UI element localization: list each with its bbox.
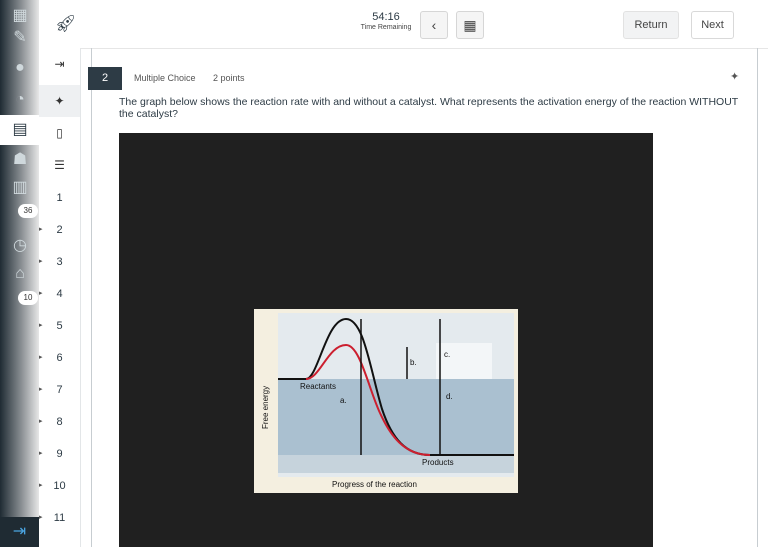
content-divider	[91, 48, 92, 547]
caret-icon: ▸	[39, 226, 43, 233]
question-nav-number: 1	[56, 192, 63, 204]
question-nav-item[interactable]: ▸ 11	[39, 502, 80, 534]
question-type: Multiple Choice	[134, 73, 196, 83]
label-c: c.	[444, 350, 450, 359]
pencil-icon[interactable]: ✎	[10, 28, 30, 48]
inbox-badge: 36	[18, 204, 38, 218]
question-nav-number: 3	[56, 256, 63, 268]
products-label: Products	[422, 458, 454, 467]
previous-chevron-icon[interactable]: ‹	[420, 11, 448, 39]
caret-icon: ▸	[39, 290, 43, 297]
question-nav-item[interactable]: ▸ 4	[39, 278, 80, 310]
question-points: 2 points	[213, 73, 245, 83]
question-nav-item[interactable]: ▸ 9	[39, 438, 80, 470]
question-nav-number: 2	[56, 224, 63, 236]
account-icon[interactable]: ●	[10, 58, 30, 78]
question-nav-number: 6	[56, 352, 63, 364]
next-button[interactable]: Next	[691, 11, 734, 39]
question-nav-item[interactable]: ▸ 8	[39, 406, 80, 438]
question-nav-item[interactable]: 1	[39, 182, 80, 214]
groups-icon[interactable]: ☗	[10, 150, 30, 170]
question-nav-number: 4	[56, 288, 63, 300]
caret-icon: ▸	[39, 418, 43, 425]
collapse-arrow-icon[interactable]: ⇥	[39, 48, 80, 80]
caret-icon: ▸	[39, 354, 43, 361]
timer: 54:16 Time Remaining	[351, 11, 421, 31]
bookmark-icon[interactable]: ▯	[39, 117, 80, 149]
question-nav-number: 7	[56, 384, 63, 396]
timer-label: Time Remaining	[360, 24, 412, 31]
label-b: b.	[410, 358, 417, 367]
courses-icon[interactable]: ▤	[10, 120, 30, 140]
diagram-product-band	[278, 455, 514, 473]
pin-icon[interactable]: ✦	[39, 85, 80, 117]
reactants-label: Reactants	[300, 382, 336, 391]
content-right-divider	[757, 48, 758, 547]
history-icon[interactable]: ◷	[10, 236, 30, 256]
rocket-icon[interactable]: 🚀︎	[55, 14, 77, 34]
history-badge: 10	[18, 291, 38, 305]
calculator-icon[interactable]: ▦	[456, 11, 484, 39]
question-nav-item[interactable]: ▸ 2	[39, 214, 80, 246]
caret-icon: ▸	[39, 450, 43, 457]
diagram-c-box	[436, 343, 492, 379]
question-nav-number: 8	[56, 416, 63, 428]
logo-icon[interactable]: ▦	[10, 6, 30, 26]
caret-icon: ▸	[39, 386, 43, 393]
return-button[interactable]: Return	[623, 11, 679, 39]
question-nav-item[interactable]: ▸ 5	[39, 310, 80, 342]
caret-icon: ▸	[39, 514, 43, 521]
question-nav-item[interactable]: ▸ 3	[39, 246, 80, 278]
question-nav-number: 11	[53, 512, 66, 524]
caret-icon: ▸	[39, 258, 43, 265]
caret-icon: ▸	[39, 322, 43, 329]
energy-diagram: Free energy Reactants Products a. b. c. …	[254, 309, 518, 493]
question-nav-number: 9	[56, 448, 63, 460]
question-nav: ⇥ ✦ ▯ ☰ 1 ▸ 2 ▸ 3 ▸ 4 ▸ 5 ▸ 6 ▸ 7 ▸ 8 ▸ 9 ▸ 10 ▸ 1…	[39, 48, 81, 547]
question-nav-item[interactable]: ▸ 6	[39, 342, 80, 374]
label-a: a.	[340, 396, 347, 405]
label-d: d.	[446, 392, 453, 401]
collapse-nav-icon[interactable]: ⇥	[0, 517, 39, 547]
question-nav-item[interactable]: ▸ 10	[39, 470, 80, 502]
question-nav-number: 5	[56, 320, 63, 332]
caret-icon: ▸	[39, 482, 43, 489]
question-number: 2	[88, 67, 122, 90]
question-nav-item[interactable]: ▸ 7	[39, 374, 80, 406]
quiz-topbar: 🚀︎ 54:16 Time Remaining ‹ ▦ Return Next	[39, 0, 768, 49]
timer-value: 54:16	[372, 11, 400, 23]
question-nav-number: 10	[53, 480, 66, 492]
commons-icon[interactable]: ⌂	[10, 264, 30, 284]
question-text: The graph below shows the reaction rate …	[119, 96, 739, 120]
dashboard-icon[interactable]: ◔	[10, 90, 30, 110]
global-nav: ▦ ✎ ● ◔ ▤ ☗ ▥ 36 ◷ ⌂ 10 ⇥	[0, 0, 39, 547]
pin-question-icon[interactable]: ✦	[730, 70, 739, 83]
y-axis-label: Free energy	[261, 386, 270, 429]
calendar-icon[interactable]: ▥	[10, 178, 30, 198]
x-axis-label: Progress of the reaction	[332, 480, 417, 489]
list-icon[interactable]: ☰	[39, 149, 80, 181]
